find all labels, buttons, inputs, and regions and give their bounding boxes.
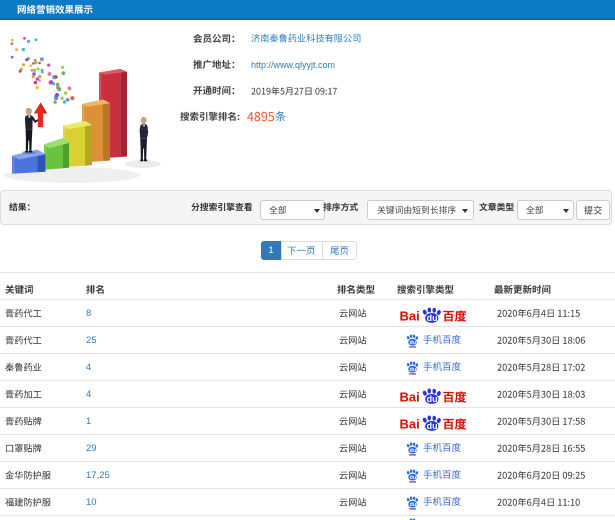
svg-text:du: du	[427, 421, 438, 431]
svg-text:Bai: Bai	[400, 309, 420, 324]
svg-text:du: du	[410, 502, 417, 508]
svg-text:du: du	[410, 475, 417, 481]
svg-text:Bai: Bai	[400, 417, 420, 432]
svg-text:du: du	[427, 394, 438, 404]
svg-text:du: du	[427, 313, 438, 323]
svg-text:du: du	[410, 340, 417, 346]
svg-text:du: du	[410, 448, 417, 454]
svg-text:Bai: Bai	[400, 390, 420, 405]
svg-text:du: du	[410, 367, 417, 373]
